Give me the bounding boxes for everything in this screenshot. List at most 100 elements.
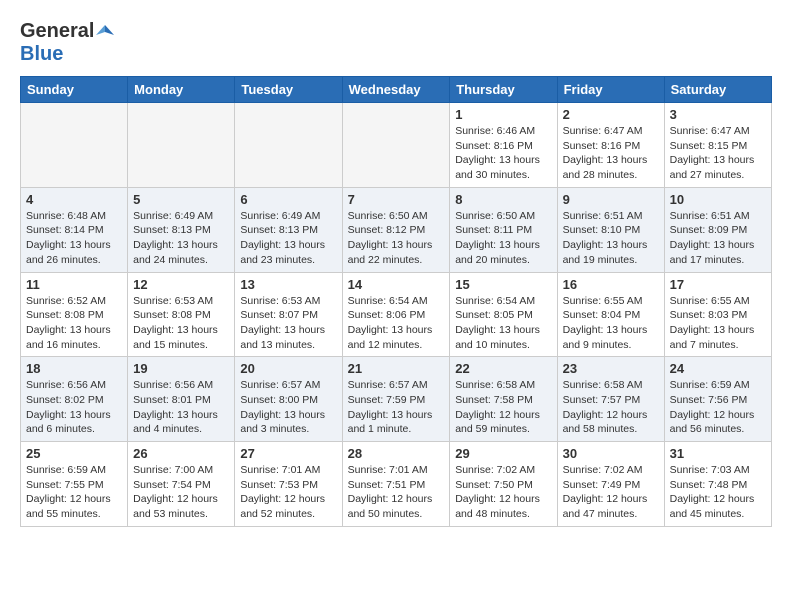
- day-number: 31: [670, 446, 766, 461]
- day-info: Sunrise: 6:47 AM Sunset: 8:15 PM Dayligh…: [670, 124, 766, 183]
- day-info: Sunrise: 7:03 AM Sunset: 7:48 PM Dayligh…: [670, 463, 766, 522]
- logo-bird-icon: [96, 23, 114, 41]
- day-info: Sunrise: 6:47 AM Sunset: 8:16 PM Dayligh…: [563, 124, 659, 183]
- calendar-cell: 29 Sunrise: 7:02 AM Sunset: 7:50 PM Dayli…: [450, 442, 557, 527]
- calendar-header-row: SundayMondayTuesdayWednesdayThursdayFrid…: [21, 77, 772, 103]
- day-info: Sunrise: 6:49 AM Sunset: 8:13 PM Dayligh…: [240, 209, 336, 268]
- calendar-cell: 26Sunrise: 7:00 AM Sunset: 7:54 PM Dayli…: [128, 442, 235, 527]
- weekday-header-saturday: Saturday: [664, 77, 771, 103]
- day-number: 13: [240, 277, 336, 292]
- logo-general-text: General: [20, 20, 94, 43]
- day-info: Sunrise: 6:49 AM Sunset: 8:13 PM Dayligh…: [133, 209, 229, 268]
- calendar-cell: 28 Sunrise: 7:01 AM Sunset: 7:51 PM Dayli…: [342, 442, 450, 527]
- calendar-cell: 10Sunrise: 6:51 AM Sunset: 8:09 PM Dayli…: [664, 187, 771, 272]
- day-number: 21: [348, 361, 445, 376]
- calendar-cell: 4 Sunrise: 6:48 AM Sunset: 8:14 PM Daylig…: [21, 187, 128, 272]
- calendar-cell: [342, 103, 450, 188]
- day-info: Sunrise: 6:53 AM Sunset: 8:07 PM Dayligh…: [240, 294, 336, 353]
- calendar-cell: 24 Sunrise: 6:59 AM Sunset: 7:56 PM Dayli…: [664, 357, 771, 442]
- day-info: Sunrise: 6:57 AM Sunset: 7:59 PM Dayligh…: [348, 378, 445, 437]
- day-number: 15: [455, 277, 551, 292]
- calendar-week-row: 18Sunrise: 6:56 AM Sunset: 8:02 PM Dayli…: [21, 357, 772, 442]
- day-info: Sunrise: 6:55 AM Sunset: 8:04 PM Dayligh…: [563, 294, 659, 353]
- calendar-cell: [21, 103, 128, 188]
- calendar-cell: 9 Sunrise: 6:51 AM Sunset: 8:10 PM Daylig…: [557, 187, 664, 272]
- day-info: Sunrise: 6:52 AM Sunset: 8:08 PM Dayligh…: [26, 294, 122, 353]
- day-info: Sunrise: 6:48 AM Sunset: 8:14 PM Dayligh…: [26, 209, 122, 268]
- day-info: Sunrise: 6:54 AM Sunset: 8:05 PM Dayligh…: [455, 294, 551, 353]
- calendar-cell: [128, 103, 235, 188]
- weekday-header-wednesday: Wednesday: [342, 77, 450, 103]
- day-info: Sunrise: 6:59 AM Sunset: 7:55 PM Dayligh…: [26, 463, 122, 522]
- day-number: 16: [563, 277, 659, 292]
- calendar-cell: 7 Sunrise: 6:50 AM Sunset: 8:12 PM Daylig…: [342, 187, 450, 272]
- day-number: 19: [133, 361, 229, 376]
- calendar-cell: 12 Sunrise: 6:53 AM Sunset: 8:08 PM Dayli…: [128, 272, 235, 357]
- calendar-cell: 6 Sunrise: 6:49 AM Sunset: 8:13 PM Daylig…: [235, 187, 342, 272]
- day-number: 14: [348, 277, 445, 292]
- calendar-cell: 17 Sunrise: 6:55 AM Sunset: 8:03 PM Dayli…: [664, 272, 771, 357]
- day-number: 9: [563, 192, 659, 207]
- day-number: 28: [348, 446, 445, 461]
- day-info: Sunrise: 6:50 AM Sunset: 8:11 PM Dayligh…: [455, 209, 551, 268]
- day-number: 3: [670, 107, 766, 122]
- logo: General Blue: [20, 20, 114, 66]
- day-number: 27: [240, 446, 336, 461]
- calendar-cell: 13 Sunrise: 6:53 AM Sunset: 8:07 PM Dayli…: [235, 272, 342, 357]
- day-info: Sunrise: 6:58 AM Sunset: 7:58 PM Dayligh…: [455, 378, 551, 437]
- calendar-cell: 31 Sunrise: 7:03 AM Sunset: 7:48 PM Dayli…: [664, 442, 771, 527]
- day-number: 12: [133, 277, 229, 292]
- day-number: 24: [670, 361, 766, 376]
- day-info: Sunrise: 6:50 AM Sunset: 8:12 PM Dayligh…: [348, 209, 445, 268]
- day-info: Sunrise: 6:54 AM Sunset: 8:06 PM Dayligh…: [348, 294, 445, 353]
- day-info: Sunrise: 6:58 AM Sunset: 7:57 PM Dayligh…: [563, 378, 659, 437]
- day-number: 8: [455, 192, 551, 207]
- calendar-cell: 15 Sunrise: 6:54 AM Sunset: 8:05 PM Dayli…: [450, 272, 557, 357]
- day-info: Sunrise: 7:01 AM Sunset: 7:53 PM Dayligh…: [240, 463, 336, 522]
- calendar-cell: 8 Sunrise: 6:50 AM Sunset: 8:11 PM Daylig…: [450, 187, 557, 272]
- header: General Blue: [20, 20, 772, 66]
- calendar-cell: 21 Sunrise: 6:57 AM Sunset: 7:59 PM Dayli…: [342, 357, 450, 442]
- calendar-cell: 30Sunrise: 7:02 AM Sunset: 7:49 PM Dayli…: [557, 442, 664, 527]
- day-number: 26: [133, 446, 229, 461]
- day-number: 30: [563, 446, 659, 461]
- calendar-cell: 2 Sunrise: 6:47 AM Sunset: 8:16 PM Daylig…: [557, 103, 664, 188]
- day-info: Sunrise: 6:56 AM Sunset: 8:01 PM Dayligh…: [133, 378, 229, 437]
- day-info: Sunrise: 7:02 AM Sunset: 7:50 PM Dayligh…: [455, 463, 551, 522]
- calendar-week-row: 11 Sunrise: 6:52 AM Sunset: 8:08 PM Dayli…: [21, 272, 772, 357]
- day-number: 4: [26, 192, 122, 207]
- day-number: 7: [348, 192, 445, 207]
- weekday-header-friday: Friday: [557, 77, 664, 103]
- calendar-cell: 27 Sunrise: 7:01 AM Sunset: 7:53 PM Dayli…: [235, 442, 342, 527]
- calendar-cell: 1Sunrise: 6:46 AM Sunset: 8:16 PM Daylig…: [450, 103, 557, 188]
- calendar-cell: 23 Sunrise: 6:58 AM Sunset: 7:57 PM Dayli…: [557, 357, 664, 442]
- day-info: Sunrise: 6:59 AM Sunset: 7:56 PM Dayligh…: [670, 378, 766, 437]
- day-info: Sunrise: 6:55 AM Sunset: 8:03 PM Dayligh…: [670, 294, 766, 353]
- day-number: 6: [240, 192, 336, 207]
- day-number: 17: [670, 277, 766, 292]
- calendar-cell: 11 Sunrise: 6:52 AM Sunset: 8:08 PM Dayli…: [21, 272, 128, 357]
- day-number: 5: [133, 192, 229, 207]
- calendar-week-row: 25 Sunrise: 6:59 AM Sunset: 7:55 PM Dayli…: [21, 442, 772, 527]
- weekday-header-monday: Monday: [128, 77, 235, 103]
- calendar-cell: 14 Sunrise: 6:54 AM Sunset: 8:06 PM Dayli…: [342, 272, 450, 357]
- calendar-week-row: 4 Sunrise: 6:48 AM Sunset: 8:14 PM Daylig…: [21, 187, 772, 272]
- day-number: 23: [563, 361, 659, 376]
- calendar-cell: 25 Sunrise: 6:59 AM Sunset: 7:55 PM Dayli…: [21, 442, 128, 527]
- calendar-cell: 3 Sunrise: 6:47 AM Sunset: 8:15 PM Daylig…: [664, 103, 771, 188]
- logo-blue-text: Blue: [20, 43, 63, 65]
- day-number: 11: [26, 277, 122, 292]
- calendar-cell: [235, 103, 342, 188]
- day-info: Sunrise: 6:51 AM Sunset: 8:10 PM Dayligh…: [563, 209, 659, 268]
- day-info: Sunrise: 6:46 AM Sunset: 8:16 PM Dayligh…: [455, 124, 551, 183]
- day-info: Sunrise: 7:01 AM Sunset: 7:51 PM Dayligh…: [348, 463, 445, 522]
- calendar-cell: 16 Sunrise: 6:55 AM Sunset: 8:04 PM Dayli…: [557, 272, 664, 357]
- day-info: Sunrise: 6:53 AM Sunset: 8:08 PM Dayligh…: [133, 294, 229, 353]
- day-number: 29: [455, 446, 551, 461]
- weekday-header-sunday: Sunday: [21, 77, 128, 103]
- weekday-header-thursday: Thursday: [450, 77, 557, 103]
- day-number: 2: [563, 107, 659, 122]
- calendar-cell: 19 Sunrise: 6:56 AM Sunset: 8:01 PM Dayli…: [128, 357, 235, 442]
- day-number: 22: [455, 361, 551, 376]
- day-number: 25: [26, 446, 122, 461]
